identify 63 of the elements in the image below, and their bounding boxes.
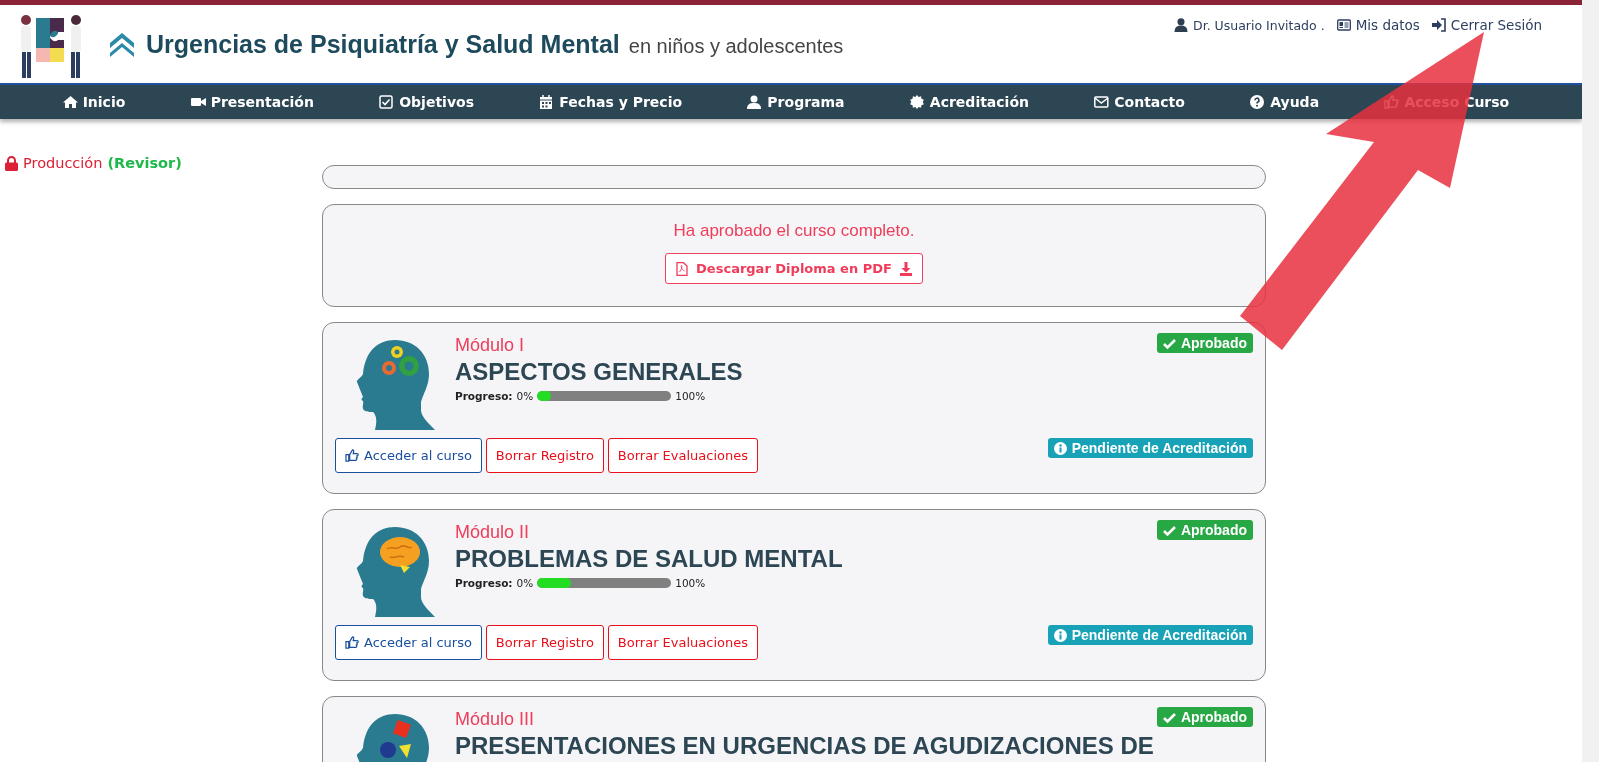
download-button[interactable]: Descargar Diploma en PDF: [665, 253, 923, 284]
progress-start: 0%: [516, 577, 534, 589]
nav-item[interactable]: Objetivos: [379, 94, 474, 110]
help-icon: [1250, 95, 1266, 109]
info-icon: [1053, 628, 1067, 642]
nav-item[interactable]: Ayuda: [1250, 94, 1320, 110]
id-card-icon: [1336, 18, 1351, 32]
calendar-icon: [539, 95, 555, 109]
nav-item[interactable]: Fechas y Precio: [539, 94, 683, 110]
nav-item[interactable]: Acreditación: [909, 94, 1029, 110]
scrollbar[interactable]: [1582, 0, 1599, 762]
progress-end: 100%: [675, 390, 706, 402]
thumbs-up-icon: [345, 636, 359, 649]
access-button[interactable]: Acceder al curso: [335, 438, 482, 473]
lock-icon: [5, 155, 18, 171]
video-icon: [190, 95, 206, 109]
home-icon: [62, 95, 78, 109]
module-title: PROBLEMAS DE SALUD MENTAL: [455, 547, 844, 571]
pdf-icon: [676, 261, 689, 276]
user-name: Dr. Usuario Invitado .: [1193, 17, 1325, 33]
thumbs-up-icon: [345, 449, 359, 462]
module-number: Módulo III: [455, 709, 536, 730]
envelope-icon: [1094, 95, 1110, 109]
logout-icon: [1431, 18, 1446, 32]
header-link[interactable]: Mis datos: [1336, 17, 1420, 33]
checkbox-icon: [379, 95, 395, 109]
access-button[interactable]: Acceder al curso: [335, 625, 482, 660]
progress-end: 100%: [675, 577, 706, 589]
delete-button[interactable]: Borrar Registro: [485, 625, 604, 660]
module-number: Módulo II: [455, 522, 531, 543]
info-icon: [1053, 441, 1067, 455]
status-badge: Aprobado: [1156, 707, 1253, 727]
check-icon: [1162, 336, 1176, 350]
nav-item[interactable]: Inicio: [62, 94, 126, 110]
accreditation-badge: Pendiente de Acreditación: [1047, 438, 1253, 458]
mode-label: Producción: [23, 155, 103, 171]
role-label: (Revisor): [107, 155, 182, 171]
status-badge: Aprobado: [1156, 333, 1253, 353]
download-icon: [899, 261, 912, 276]
delete-button[interactable]: Borrar Registro: [485, 438, 604, 473]
accreditation-badge: Pendiente de Acreditación: [1047, 625, 1253, 645]
progress-label: Progreso:: [455, 577, 513, 589]
site-subtitle: en niños y adolescentes: [628, 34, 844, 58]
module-title: PRESENTACIONES EN URGENCIAS DE AGUDIZACIONES DE: [455, 734, 1155, 758]
site-title: Urgencias de Psiquiatría y Salud Mental: [146, 29, 620, 59]
success-message: Ha aprobado el curso completo.: [673, 221, 915, 241]
module-title: ASPECTOS GENERALES: [455, 360, 744, 384]
header-link[interactable]: Cerrar Sesión: [1431, 17, 1542, 33]
progress-start: 0%: [516, 390, 534, 402]
nav-item[interactable]: Contacto: [1094, 94, 1185, 110]
check-icon: [1162, 710, 1176, 724]
progress-label: Progreso:: [455, 390, 513, 402]
chevron-icon: [108, 31, 136, 57]
status-badge: Aprobado: [1156, 520, 1253, 540]
user-icon: [1174, 18, 1189, 32]
delete-button[interactable]: Borrar Evaluaciones: [607, 625, 759, 660]
person-icon: [747, 95, 763, 109]
check-icon: [1162, 523, 1176, 537]
delete-button[interactable]: Borrar Evaluaciones: [607, 438, 759, 473]
module-number: Módulo I: [455, 335, 526, 356]
nav-item[interactable]: Programa: [747, 94, 845, 110]
nav-item[interactable]: Presentación: [190, 94, 314, 110]
badge-icon: [909, 95, 925, 109]
